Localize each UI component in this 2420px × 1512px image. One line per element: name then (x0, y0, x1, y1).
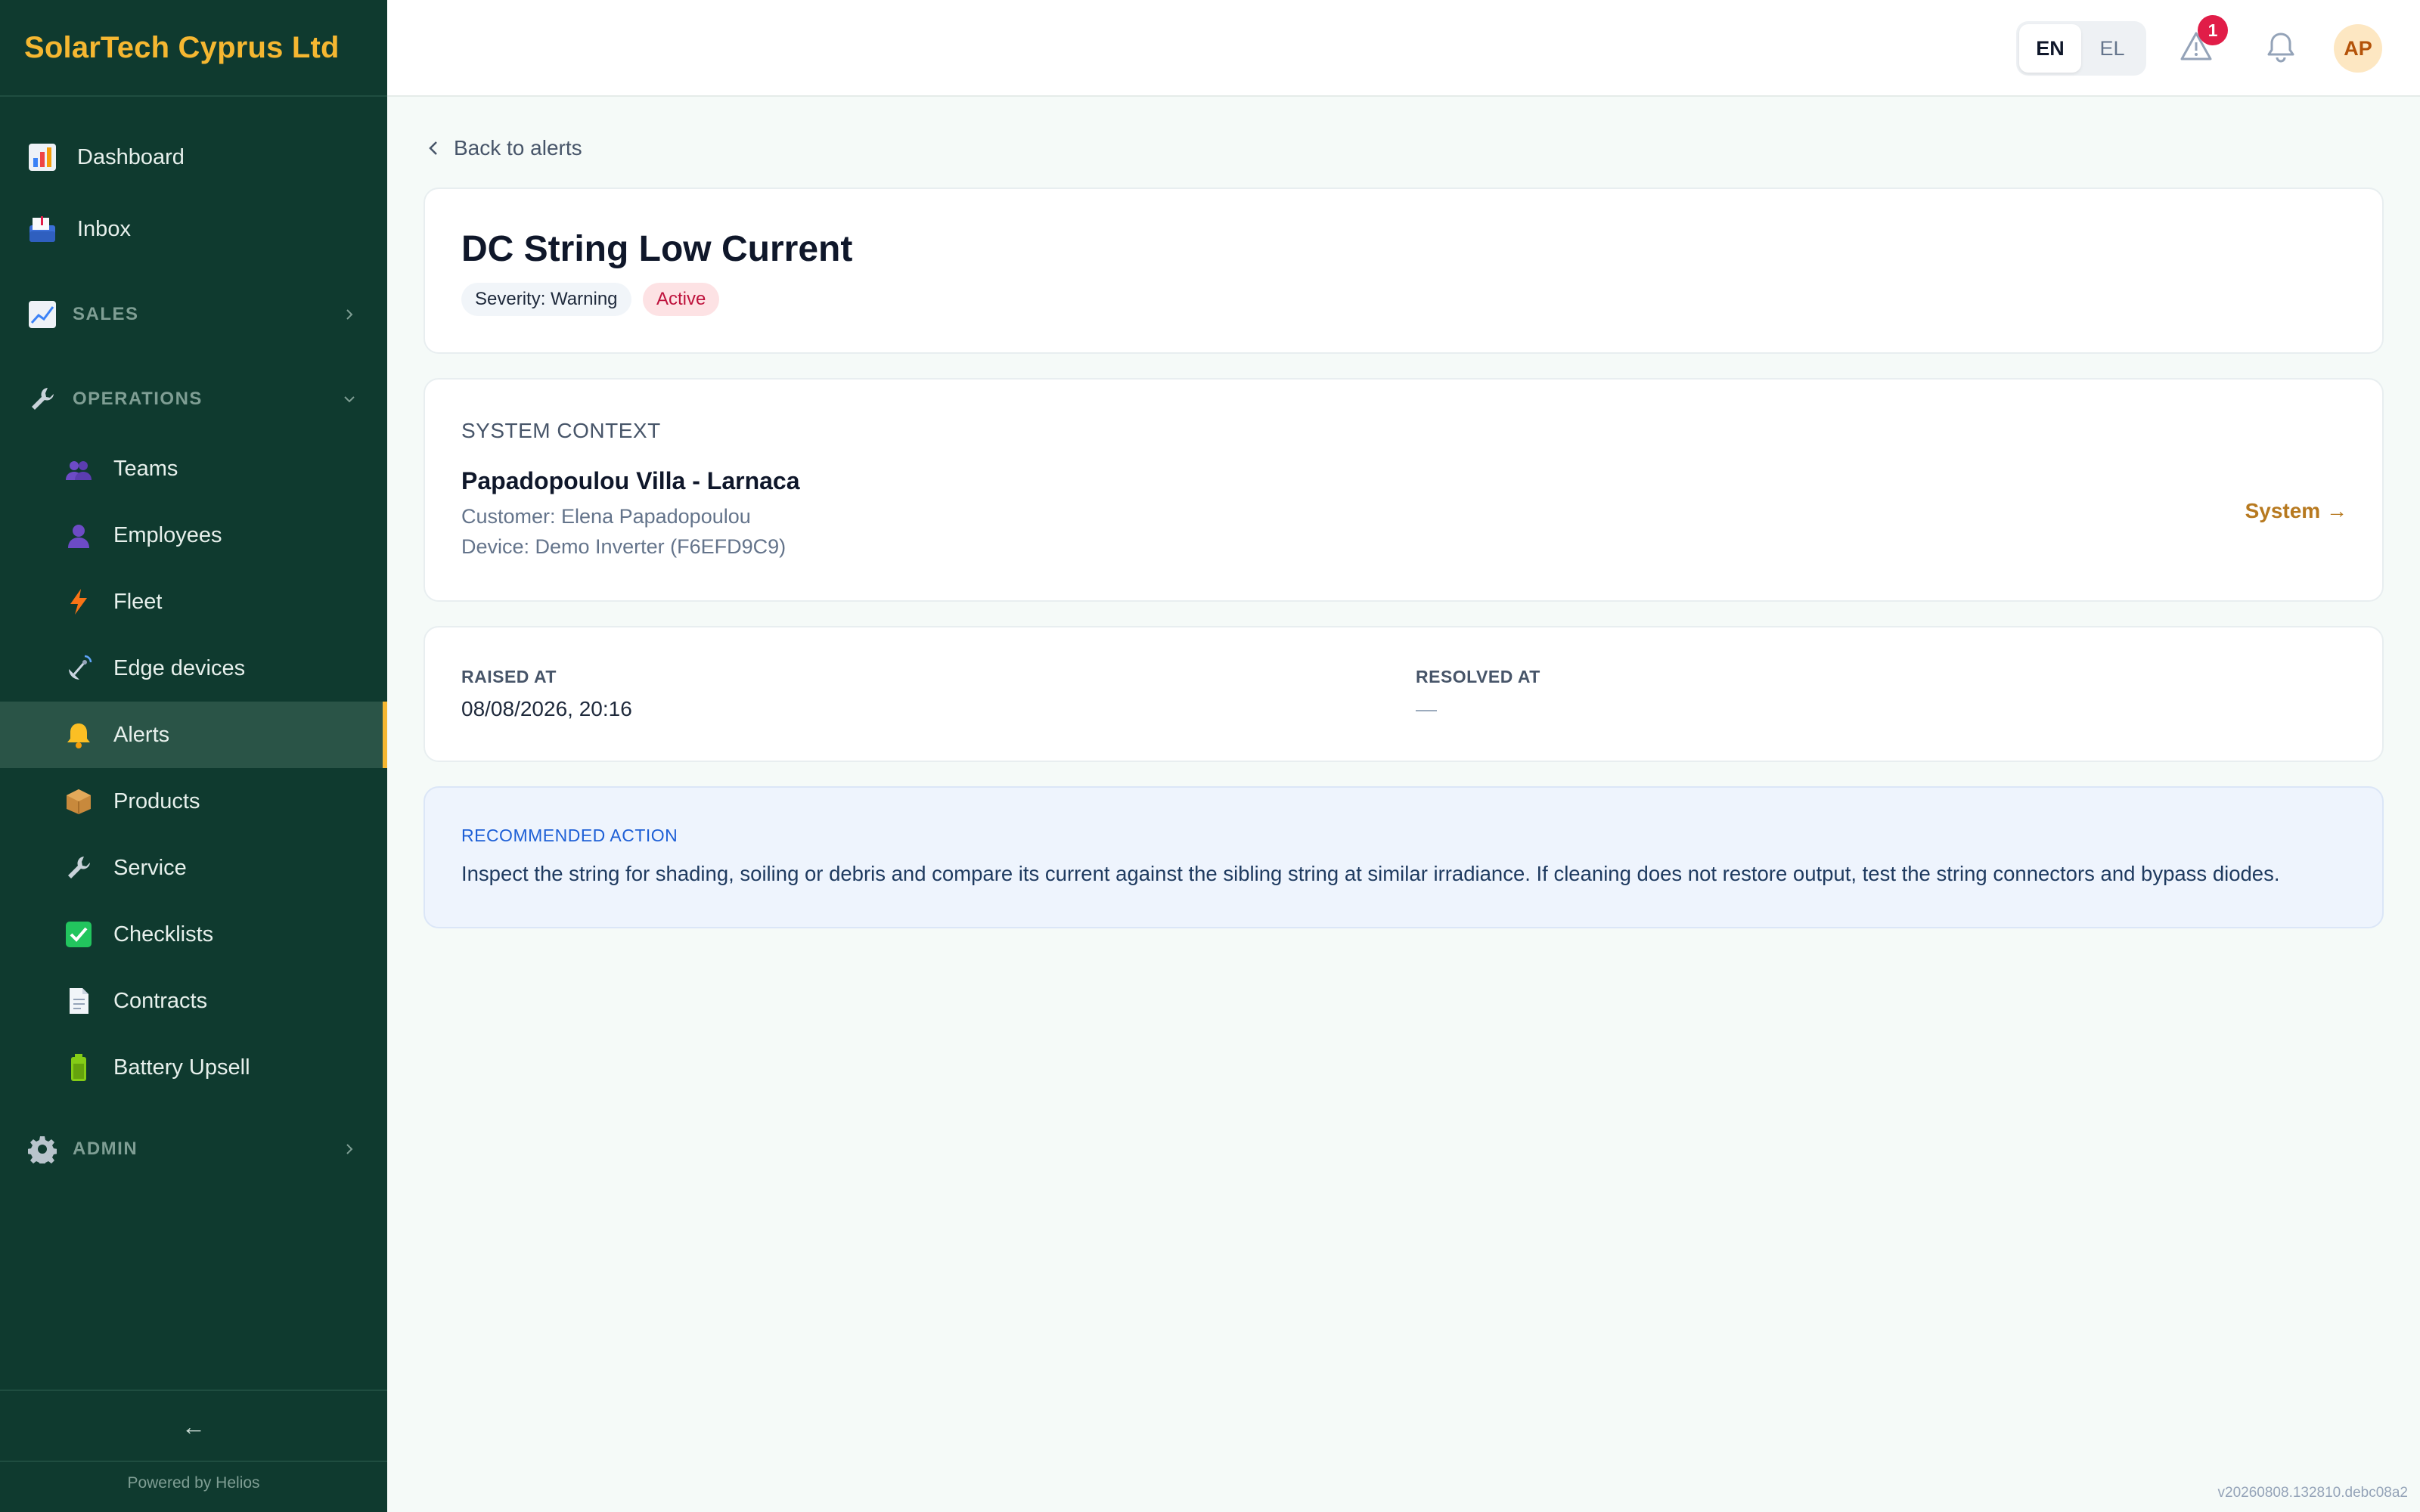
system-link[interactable]: System → (2245, 499, 2347, 523)
sidebar-item-label: Alerts (113, 722, 170, 747)
language-switcher: EN EL (2016, 21, 2146, 76)
sidebar-item-alerts[interactable]: Alerts (0, 702, 387, 768)
brand-name: SolarTech Cyprus Ltd (24, 30, 340, 64)
sidebar-item-battery-upsell[interactable]: Battery Upsell (0, 1034, 387, 1101)
recommended-action-card: RECOMMENDED ACTION Inspect the string fo… (424, 786, 2384, 928)
section-label: OPERATIONS (73, 389, 203, 409)
sidebar-section-operations[interactable]: OPERATIONS (0, 366, 387, 432)
recommended-action-heading: RECOMMENDED ACTION (461, 826, 678, 845)
sidebar-item-contracts[interactable]: Contracts (0, 968, 387, 1034)
bar-chart-icon (27, 142, 57, 172)
avatar[interactable]: AP (2334, 24, 2382, 73)
sidebar-item-label: Employees (113, 522, 222, 547)
package-icon (64, 786, 94, 816)
person-icon (64, 520, 94, 550)
sidebar-item-label: Dashboard (77, 144, 185, 169)
gear-icon (27, 1134, 57, 1164)
back-link-label: Back to alerts (454, 136, 582, 160)
powered-by-text: Powered by Helios (127, 1474, 260, 1492)
collapse-sidebar-button[interactable]: ← (0, 1393, 387, 1461)
sidebar-item-fleet[interactable]: Fleet (0, 569, 387, 635)
sidebar-item-label: Edge devices (113, 655, 246, 680)
wrench-icon (27, 384, 57, 414)
sidebar-item-employees[interactable]: Employees (0, 502, 387, 569)
recommended-action-text: Inspect the string for shading, soiling … (461, 862, 2280, 885)
sidebar: SolarTech Cyprus Ltd Dashboard Inbox SAL… (0, 0, 387, 1512)
sidebar-divider (0, 1390, 387, 1391)
bell-icon (64, 720, 94, 750)
back-to-alerts-link[interactable]: Back to alerts (427, 133, 582, 163)
sidebar-item-label: Products (113, 789, 200, 813)
check-box-icon (64, 919, 94, 950)
sidebar-item-edge-devices[interactable]: Edge devices (0, 635, 387, 702)
chevron-left-icon (427, 138, 443, 159)
satellite-icon (64, 653, 94, 683)
sidebar-item-label: Fleet (113, 589, 163, 614)
sidebar-item-label: Service (113, 855, 187, 880)
device-line: Device: Demo Inverter (F6EFD9C9) (461, 535, 786, 558)
notifications-button[interactable] (2263, 30, 2299, 67)
sidebar-item-checklists[interactable]: Checklists (0, 901, 387, 968)
language-option-en[interactable]: EN (2019, 24, 2081, 73)
sidebar-item-label: Checklists (113, 922, 214, 947)
resolved-at-label: RESOLVED AT (1416, 667, 1540, 686)
sidebar-section-admin[interactable]: ADMIN (0, 1116, 387, 1182)
raised-at-label: RAISED AT (461, 667, 557, 686)
sidebar-divider (0, 1461, 387, 1462)
timestamps-card: RAISED AT 08/08/2026, 20:16 RESOLVED AT … (424, 626, 2384, 762)
page-title: DC String Low Current (461, 229, 853, 269)
sidebar-item-label: Inbox (77, 216, 131, 241)
customer-line: Customer: Elena Papadopoulou (461, 505, 751, 528)
sidebar-item-dashboard[interactable]: Dashboard (0, 124, 387, 191)
chevron-right-icon (337, 302, 361, 327)
sidebar-item-label: Battery Upsell (113, 1055, 250, 1080)
battery-icon (64, 1052, 94, 1083)
language-option-el[interactable]: EL (2081, 24, 2143, 73)
brand-header: SolarTech Cyprus Ltd (0, 0, 387, 97)
resolved-at-value: — (1416, 697, 1437, 720)
sidebar-item-teams[interactable]: Teams (0, 435, 387, 502)
bell-outline-icon (2263, 29, 2298, 68)
version-label: v20260808.132810.debc08a2 (2217, 1485, 2408, 1501)
raised-at-value: 08/08/2026, 20:16 (461, 697, 632, 720)
sidebar-item-service[interactable]: Service (0, 835, 387, 901)
sidebar-section-sales[interactable]: SALES (0, 281, 387, 348)
sidebar-item-inbox[interactable]: Inbox (0, 196, 387, 262)
chevron-down-icon (337, 387, 361, 411)
topbar: EN EL 1 AP (387, 0, 2420, 97)
system-name: Papadopoulou Villa - Larnaca (461, 467, 800, 494)
wrench-icon (64, 853, 94, 883)
team-icon (64, 454, 94, 484)
system-context-card: SYSTEM CONTEXT Papadopoulou Villa - Larn… (424, 378, 2384, 602)
status-badge: Active (643, 283, 720, 316)
alert-header-card: DC String Low Current Severity: Warning … (424, 187, 2384, 354)
document-icon (64, 986, 94, 1016)
chevron-right-icon (337, 1137, 361, 1161)
sidebar-item-products[interactable]: Products (0, 768, 387, 835)
sidebar-item-label: Teams (113, 456, 178, 481)
trend-chart-icon (27, 299, 57, 330)
severity-badge: Severity: Warning (461, 283, 631, 316)
section-label: ADMIN (73, 1139, 138, 1159)
section-heading: SYSTEM CONTEXT (461, 419, 661, 442)
alert-count-badge: 1 (2198, 15, 2228, 45)
section-label: SALES (73, 304, 139, 324)
inbox-icon (27, 214, 57, 244)
lightning-icon (64, 587, 94, 617)
sidebar-item-label: Contracts (113, 988, 208, 1013)
